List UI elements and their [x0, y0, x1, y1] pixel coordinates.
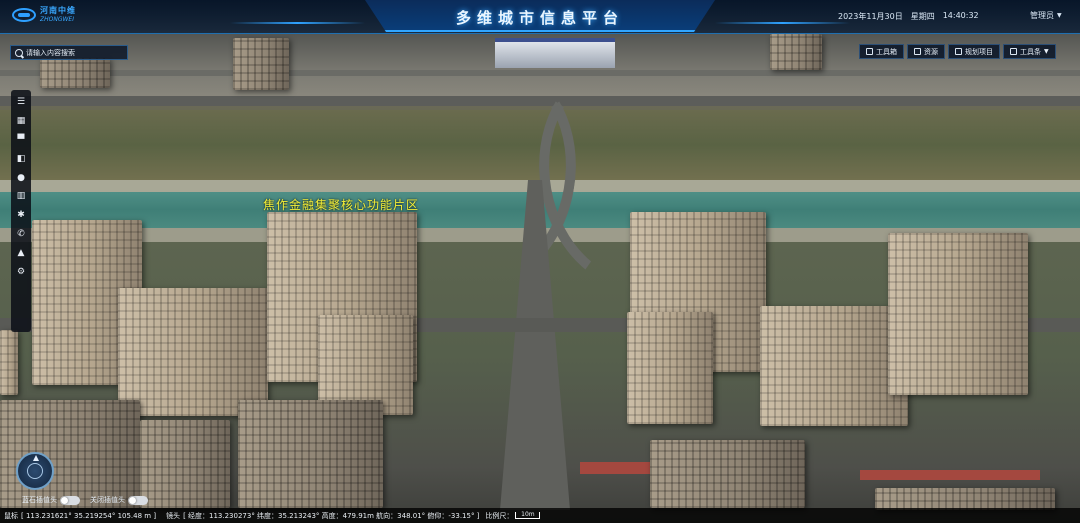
comment-icon[interactable]: ▀	[13, 132, 29, 149]
search-box[interactable]	[10, 45, 128, 60]
building-icon[interactable]: ▲	[13, 244, 29, 261]
compass-icon[interactable]	[16, 452, 54, 490]
sports-track	[860, 470, 1040, 480]
residential-building	[627, 312, 713, 424]
scale-value: 10m	[515, 512, 541, 519]
resource-button[interactable]: 资源	[907, 44, 945, 59]
road	[0, 70, 1080, 76]
top-header: 河南中维 ZHONGWEI 多维城市信息平台 2023年11月30日 星期四 1…	[0, 0, 1080, 34]
residential-building	[760, 306, 908, 426]
residential-building	[140, 420, 230, 508]
status-bar: 鼠标 [ 113.231621° 35.219254° 105.48 m ] 镜…	[0, 508, 1080, 523]
office-building	[770, 34, 822, 70]
header-divider	[230, 22, 365, 24]
residential-building	[0, 400, 140, 508]
toggle-label: 蓝石插值头	[22, 496, 57, 504]
residential-building	[650, 440, 805, 508]
scale-label: 比例尺：	[485, 511, 514, 520]
toolbox-button[interactable]: 工具箱	[859, 44, 904, 59]
search-icon[interactable]	[15, 48, 23, 57]
page-title: 多维城市信息平台	[455, 9, 624, 27]
menu-icon[interactable]: ☰	[13, 94, 29, 111]
residential-building	[238, 400, 383, 508]
compass-ring	[27, 463, 43, 479]
north-arrow-icon	[33, 455, 39, 461]
mouse-coords-label: 鼠标	[4, 511, 18, 520]
toggle-switch[interactable]	[60, 495, 80, 505]
chart-icon[interactable]: ▥	[13, 188, 29, 205]
logo: 河南中维 ZHONGWEI	[12, 6, 76, 24]
office-building	[233, 38, 289, 90]
residential-building	[888, 233, 1028, 395]
scale-bar: 10m	[515, 512, 541, 519]
toolbar-dropdown-button[interactable]: 工具条 ▼	[1003, 44, 1056, 59]
map-viewport[interactable]	[0, 0, 1080, 523]
office-building	[40, 58, 110, 88]
chevron-down-icon: ▼	[1044, 48, 1049, 55]
map-area-label[interactable]: 焦作金融集聚核心功能片区	[263, 196, 419, 213]
date-text: 2023年11月30日	[838, 12, 903, 21]
chat-icon[interactable]: ●	[13, 169, 29, 186]
residential-building	[875, 488, 1055, 510]
header-divider	[715, 22, 850, 24]
planning-icon	[955, 48, 962, 55]
logo-subname: ZHONGWEI	[40, 16, 74, 23]
resource-icon	[914, 48, 921, 55]
logo-name: 河南中维	[40, 6, 76, 15]
sun-icon[interactable]: ✱	[13, 207, 29, 224]
logo-icon	[12, 8, 36, 22]
toolbox-icon	[866, 48, 873, 55]
layers-icon[interactable]: ▦	[13, 113, 29, 130]
datetime: 2023年11月30日 星期四 14:40:32	[838, 11, 979, 22]
planning-project-button[interactable]: 规划项目	[948, 44, 1000, 59]
layout-icon[interactable]: ◧	[13, 150, 29, 167]
search-input[interactable]	[26, 48, 126, 57]
camera-label: 镜头	[166, 511, 181, 520]
chevron-down-icon: ▼	[1057, 12, 1062, 19]
residential-building	[118, 288, 268, 416]
toolbar-icon	[1010, 48, 1017, 55]
user-name: 管理员	[1030, 11, 1054, 20]
side-toolbar: ☰ ▦ ▀ ◧ ● ▥ ✱ ✆ ▲ ⚙	[11, 90, 31, 332]
time-text: 14:40:32	[942, 11, 979, 20]
top-toolbar: 工具箱 资源 规划项目 工具条 ▼	[859, 44, 1056, 59]
blue-sky-toggle[interactable]: 蓝石插值头	[22, 495, 80, 505]
camera-toggles: 蓝石插值头 关闭插值头	[22, 495, 148, 505]
toggle-label: 关闭插值头	[90, 496, 125, 504]
residential-building	[0, 330, 18, 395]
weekday-text: 星期四	[910, 12, 935, 21]
toggle-switch[interactable]	[128, 495, 148, 505]
camera-params: [ 经度：113.230273° 纬度：35.213243° 高度：479.91…	[183, 511, 480, 520]
mouse-coords: [ 113.231621° 35.219254° 105.48 m ]	[21, 511, 157, 520]
phone-icon[interactable]: ✆	[13, 226, 29, 243]
close-head-toggle[interactable]: 关闭插值头	[90, 495, 148, 505]
settings-icon[interactable]: ⚙	[13, 263, 29, 280]
user-menu[interactable]: 管理员 ▼	[1030, 10, 1062, 21]
